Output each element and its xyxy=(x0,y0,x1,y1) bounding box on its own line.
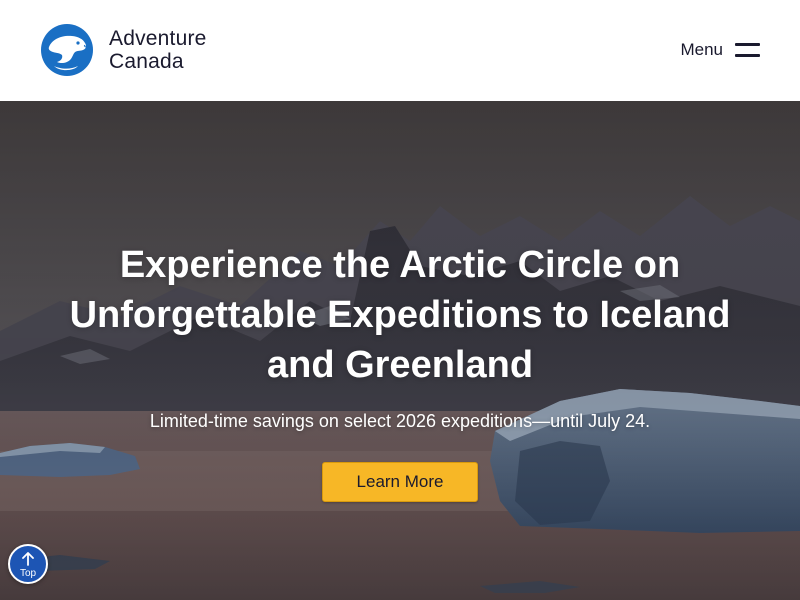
hero-section: Experience the Arctic Circle on Unforget… xyxy=(0,101,800,600)
polar-bear-logo-icon xyxy=(41,24,93,76)
logo-text: Adventure Canada xyxy=(109,27,207,73)
menu-label: Menu xyxy=(680,40,723,59)
top-label: Top xyxy=(19,568,37,579)
hero-title: Experience the Arctic Circle on Unforget… xyxy=(69,244,731,386)
hero-subtitle: Limited-time savings on select 2026 expe… xyxy=(149,411,651,431)
hamburger-icon xyxy=(735,43,760,57)
logo-line1: Adventure xyxy=(109,27,207,50)
hero-content: Experience the Arctic Circle on Unforget… xyxy=(0,101,800,600)
menu-button[interactable]: Menu xyxy=(680,36,760,64)
logo-line2: Canada xyxy=(109,50,184,73)
scroll-to-top-button[interactable]: Top xyxy=(8,544,48,584)
logo-link[interactable]: Adventure Canada xyxy=(40,23,230,77)
learn-more-button[interactable]: Learn More xyxy=(322,462,478,502)
arrow-up-icon xyxy=(22,552,34,566)
site-header: Adventure Canada Menu xyxy=(0,0,800,101)
